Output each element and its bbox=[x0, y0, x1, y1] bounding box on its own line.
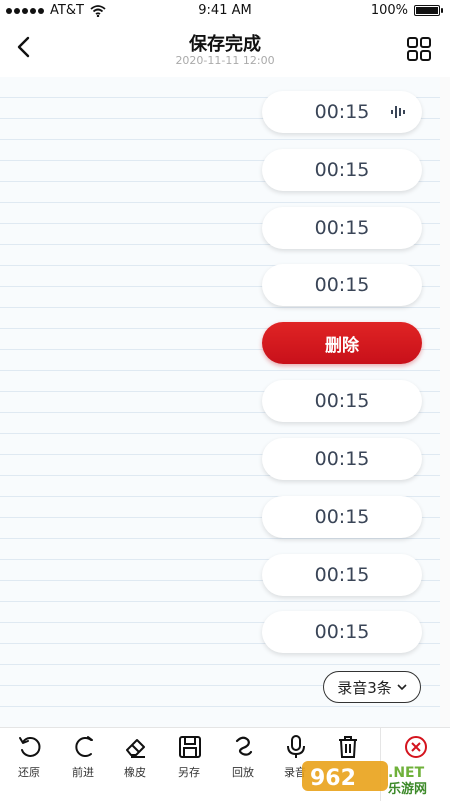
watermark-domain: .NET bbox=[388, 765, 425, 781]
save-as-label: 另存 bbox=[178, 766, 200, 779]
recording-item[interactable]: 00:15 bbox=[262, 264, 422, 306]
battery-icon bbox=[414, 5, 443, 16]
restore-button[interactable]: 还原 bbox=[2, 728, 56, 801]
grid-view-icon[interactable] bbox=[406, 36, 432, 62]
recording-duration: 00:15 bbox=[314, 506, 370, 528]
recording-item[interactable]: 00:15 bbox=[262, 554, 422, 596]
bottom-toolbar: 还原 前进 橡皮 另存 回放 录音 962 .NET 乐游网 bbox=[0, 727, 450, 801]
recording-duration: 00:15 bbox=[314, 448, 370, 470]
waveform-icon bbox=[391, 106, 405, 118]
recording-item[interactable]: 00:15 bbox=[262, 611, 422, 653]
battery-label: 100% bbox=[370, 3, 408, 18]
page-subtitle: 2020-11-11 12:00 bbox=[175, 54, 275, 67]
watermark-logo: 962 .NET 乐游网 bbox=[302, 761, 427, 797]
recording-duration: 00:15 bbox=[314, 159, 370, 181]
watermark-brand: 962 bbox=[310, 766, 356, 791]
forward-label: 前进 bbox=[72, 766, 94, 779]
status-bar: AT&T 9:41 AM 100% bbox=[0, 0, 450, 22]
undo-icon bbox=[19, 737, 41, 757]
recording-duration: 00:15 bbox=[314, 101, 370, 123]
recording-duration: 00:15 bbox=[314, 564, 370, 586]
forward-button[interactable]: 前进 bbox=[56, 728, 110, 801]
playback-button[interactable]: 回放 bbox=[216, 728, 270, 801]
status-right: 100% bbox=[370, 3, 443, 18]
eraser-label: 橡皮 bbox=[124, 766, 146, 779]
chevron-down-icon bbox=[397, 684, 407, 691]
recording-duration: 00:15 bbox=[314, 217, 370, 239]
recording-item[interactable]: 00:15 bbox=[262, 438, 422, 480]
save-icon bbox=[179, 736, 201, 758]
scrollbar[interactable] bbox=[440, 77, 450, 727]
recording-duration: 00:15 bbox=[314, 390, 370, 412]
nav-bar: 保存完成 2020-11-11 12:00 bbox=[0, 22, 450, 77]
watermark-site-name: 乐游网 bbox=[388, 781, 427, 797]
recording-item[interactable]: 00:15 bbox=[262, 380, 422, 422]
recording-item[interactable]: 00:15 bbox=[262, 91, 422, 133]
playback-icon bbox=[235, 736, 253, 756]
eraser-button[interactable]: 橡皮 bbox=[108, 728, 162, 801]
eraser-icon bbox=[126, 739, 145, 758]
page-title: 保存完成 bbox=[189, 34, 261, 55]
delete-button[interactable]: 删除 bbox=[262, 322, 422, 364]
recording-item[interactable]: 00:15 bbox=[262, 149, 422, 191]
recording-count-dropdown[interactable]: 录音3条 bbox=[323, 671, 421, 703]
delete-label: 删除 bbox=[325, 335, 359, 356]
recording-item[interactable]: 00:15 bbox=[262, 496, 422, 538]
recording-duration: 00:15 bbox=[314, 621, 370, 643]
restore-label: 还原 bbox=[18, 766, 40, 779]
recording-item[interactable]: 00:15 bbox=[262, 207, 422, 249]
recording-count-label: 录音3条 bbox=[337, 678, 392, 697]
save-as-button[interactable]: 另存 bbox=[162, 728, 216, 801]
redo-icon bbox=[75, 736, 93, 757]
playback-label: 回放 bbox=[232, 766, 254, 779]
recording-duration: 00:15 bbox=[314, 274, 370, 296]
